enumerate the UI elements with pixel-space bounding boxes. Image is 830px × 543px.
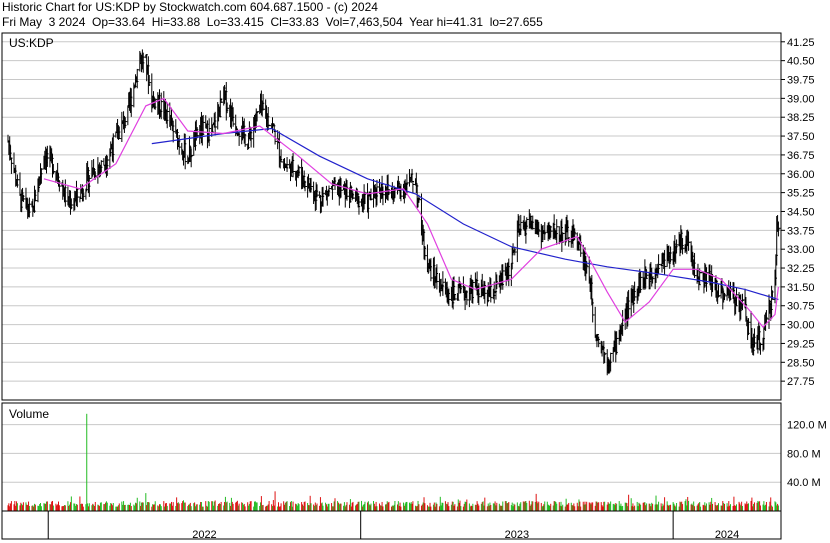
panel-frames [1,32,782,540]
price-grid [2,41,781,382]
volume-axis: 120.0 M 80.0 M 40.0 M [787,420,827,490]
stock-chart: 41.25 40.50 39.75 39.00 38.25 37.50 36.75 36.00… [1,32,827,541]
volume-label: Volume [9,407,49,421]
volume-grid [2,424,781,483]
price-tick-label: 36.00 [787,169,815,181]
volume-tick-label: 40.0 M [787,477,821,489]
symbol-label: US:KDP [9,36,54,50]
price-tick-label: 27.75 [787,376,815,388]
price-tick-label: 39.75 [787,75,815,87]
moving-average-short-line [43,97,779,329]
moving-averages [43,97,779,329]
volume-tick-label: 80.0 M [787,448,821,460]
price-tick-label: 29.25 [787,338,815,350]
price-tick-label: 34.50 [787,206,815,218]
price-tick-label: 41.25 [787,37,815,49]
volume-bars [7,413,779,511]
moving-average-long-line [151,127,779,301]
time-axis: 2022 2023 2024 [47,511,739,541]
year-label: 2024 [715,529,739,541]
price-tick-label: 36.75 [787,150,815,162]
price-tick-label: 38.25 [787,112,815,124]
price-panel-frame [1,32,782,401]
price-axis: 41.25 40.50 39.75 39.00 38.25 37.50 36.75 36.00… [781,37,815,388]
price-tick-label: 32.25 [787,263,815,275]
price-tick-label: 30.75 [787,301,815,313]
year-label: 2023 [505,529,529,541]
price-tick-label: 40.50 [787,56,815,68]
price-tick-label: 28.50 [787,357,815,369]
price-tick-label: 31.50 [787,282,815,294]
price-tick-label: 39.00 [787,93,815,105]
year-label: 2022 [192,529,216,541]
price-tick-label: 30.00 [787,320,815,332]
volume-panel-frame [1,402,782,512]
volume-tick-label: 120.0 M [787,420,827,432]
time-axis-frame [1,510,782,540]
price-tick-label: 35.25 [787,188,815,200]
price-tick-label: 33.75 [787,225,815,237]
price-tick-label: 37.50 [787,131,815,143]
price-tick-label: 33.00 [787,244,815,256]
